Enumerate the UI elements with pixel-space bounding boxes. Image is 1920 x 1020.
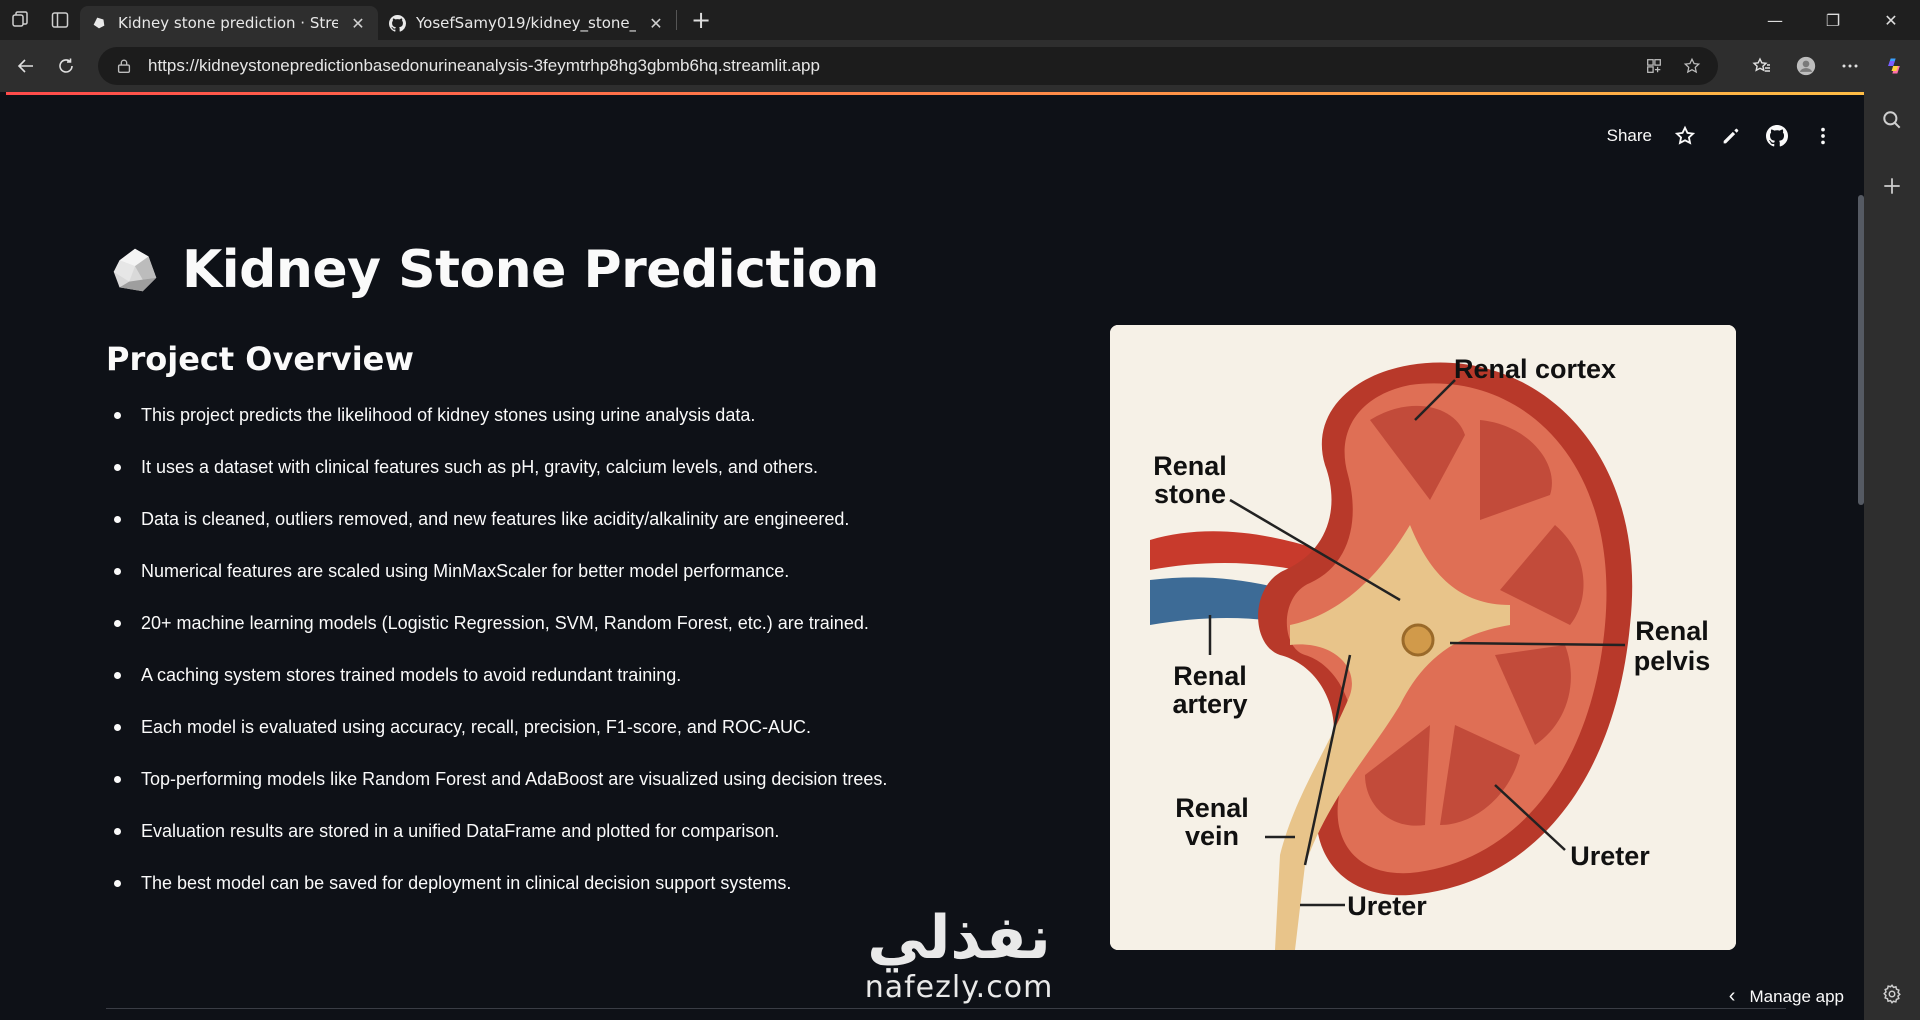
url-text[interactable]: https://kidneystonepredictionbasedonurin… — [148, 56, 1630, 76]
copilot-icon[interactable] — [1874, 46, 1914, 86]
edit-pencil-icon[interactable] — [1718, 123, 1744, 149]
ureter-label-bottom: Ureter — [1347, 891, 1427, 921]
refresh-icon[interactable] — [46, 46, 86, 86]
renal-cortex-label: Renal cortex — [1454, 354, 1616, 384]
browser-toolbar: https://kidneystonepredictionbasedonurin… — [0, 40, 1920, 92]
back-icon[interactable] — [6, 46, 46, 86]
ureter-label-right: Ureter — [1570, 841, 1650, 871]
add-icon[interactable] — [1874, 168, 1910, 204]
renal-artery-label-line2: artery — [1172, 689, 1247, 719]
app-available-icon[interactable] — [1640, 52, 1668, 80]
list-item: Data is cleaned, outliers removed, and n… — [106, 505, 1026, 557]
close-tab-icon[interactable]: ✕ — [646, 14, 666, 33]
address-bar[interactable]: https://kidneystonepredictionbasedonurin… — [98, 47, 1718, 85]
rock-icon — [113, 248, 157, 292]
browser-side-panel — [1864, 92, 1920, 1020]
nafezly-watermark-logo: نفذلي nafezly.com — [844, 903, 1074, 1003]
favorite-star-icon[interactable] — [1678, 52, 1706, 80]
renal-vein-label-line1: Renal — [1175, 793, 1249, 823]
renal-pelvis-label-line1: Renal — [1635, 616, 1709, 646]
renal-pelvis-label-line2: pelvis — [1634, 646, 1711, 676]
content-divider — [106, 1008, 1786, 1009]
tab-title: YosefSamy019/kidney_stone_prediction — [416, 14, 636, 32]
app-header-toolbar: Share — [1607, 123, 1836, 149]
chevron-left-icon: ‹ — [1728, 985, 1736, 1007]
tab-separator — [676, 10, 677, 30]
project-overview-heading: Project Overview — [106, 340, 414, 378]
streamlit-app: Share Kidney Stone Prediction Project Ov… — [6, 95, 1864, 1020]
list-item: It uses a dataset with clinical features… — [106, 453, 1026, 505]
favorites-icon[interactable] — [1742, 46, 1782, 86]
renal-stone-label-line1: Renal — [1153, 451, 1227, 481]
gear-icon[interactable] — [1874, 976, 1910, 1012]
list-item: Each model is evaluated using accuracy, … — [106, 713, 1026, 765]
overview-bullet-list: This project predicts the likelihood of … — [106, 401, 1026, 921]
renal-artery-label-line1: Renal — [1173, 661, 1247, 691]
profile-avatar-icon[interactable] — [1786, 46, 1826, 86]
minimize-icon[interactable]: — — [1746, 0, 1804, 40]
vertical-tabs-icon[interactable] — [40, 0, 80, 40]
restore-icon[interactable]: ❐ — [1804, 0, 1862, 40]
new-tab-button[interactable]: + — [681, 3, 721, 37]
close-tab-icon[interactable]: ✕ — [348, 14, 368, 33]
workspaces-icon[interactable] — [0, 0, 40, 40]
browser-tab-strip: Kidney stone prediction · Streamlit ✕ Yo… — [0, 0, 1920, 40]
list-item: A caching system stores trained models t… — [106, 661, 1026, 713]
tab-streamlit-app[interactable]: Kidney stone prediction · Streamlit ✕ — [80, 6, 378, 40]
main-menu-icon[interactable] — [1810, 123, 1836, 149]
close-window-icon[interactable]: ✕ — [1862, 0, 1920, 40]
toolbar-right — [1742, 46, 1914, 86]
watermark-arabic-text: نفذلي — [867, 903, 1051, 973]
renal-stone-label-line2: stone — [1154, 479, 1226, 509]
page-title: Kidney Stone Prediction — [182, 240, 879, 300]
manage-app-button[interactable]: ‹ Manage app — [1729, 985, 1844, 1008]
renal-vein-label-line2: vein — [1185, 821, 1239, 851]
tab-title: Kidney stone prediction · Streamlit — [118, 14, 338, 32]
list-item: Evaluation results are stored in a unifi… — [106, 817, 1026, 869]
window-controls: — ❐ ✕ — [1746, 0, 1920, 40]
more-options-icon[interactable] — [1830, 46, 1870, 86]
watermark-latin-text: nafezly.com — [864, 970, 1054, 1005]
streamlit-favicon-icon — [90, 14, 108, 32]
tab-github-repo[interactable]: YosefSamy019/kidney_stone_prediction ✕ — [378, 6, 676, 40]
share-button[interactable]: Share — [1607, 126, 1652, 146]
kidney-anatomy-image: Renal cortex Renal stone Renal pelvis Re… — [1110, 325, 1736, 950]
list-item: This project predicts the likelihood of … — [106, 401, 1026, 453]
list-item: Numerical features are scaled using MinM… — [106, 557, 1026, 609]
site-info-icon[interactable] — [110, 52, 138, 80]
kidney-illustration: Renal cortex Renal stone Renal pelvis Re… — [1110, 325, 1736, 950]
page-title-row: Kidney Stone Prediction — [106, 240, 879, 300]
search-icon[interactable] — [1874, 102, 1910, 138]
manage-app-label: Manage app — [1749, 986, 1844, 1006]
github-favicon-icon — [388, 14, 406, 32]
list-item: 20+ machine learning models (Logistic Re… — [106, 609, 1026, 661]
star-icon[interactable] — [1672, 123, 1698, 149]
github-icon[interactable] — [1764, 123, 1790, 149]
list-item: Top-performing models like Random Forest… — [106, 765, 1026, 817]
